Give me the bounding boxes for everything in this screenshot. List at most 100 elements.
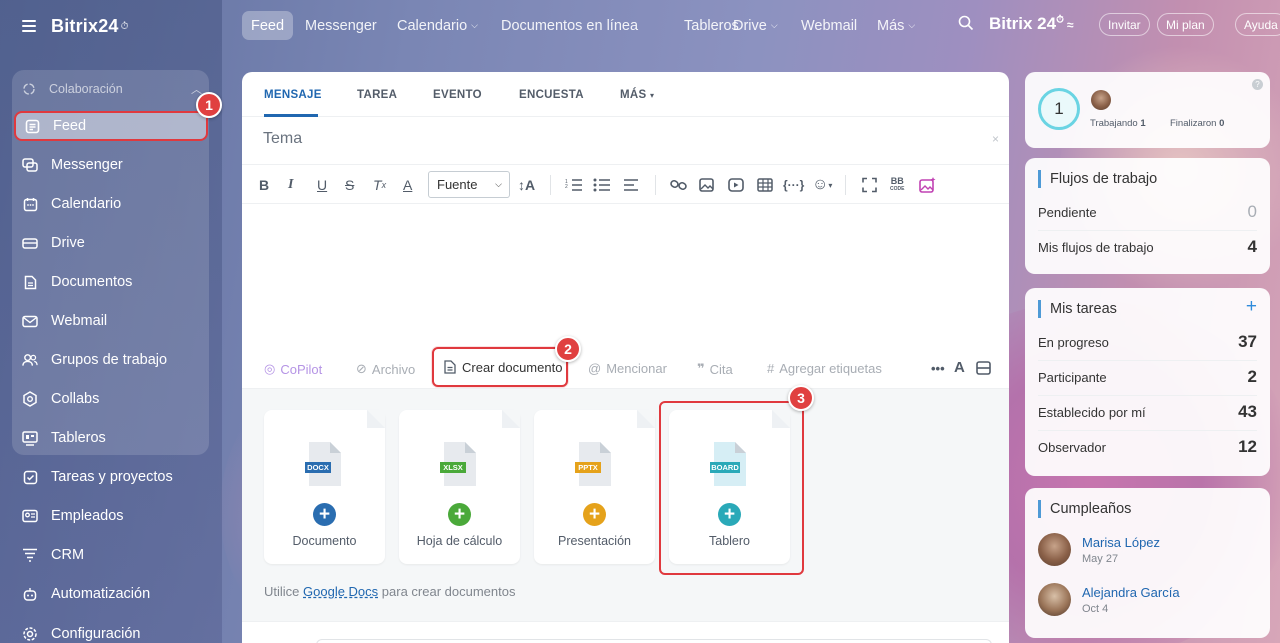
subject-input[interactable]: Tema	[263, 130, 302, 148]
work-counter[interactable]: 1	[1038, 88, 1080, 130]
quote-button[interactable]: ❞ Cita	[697, 361, 733, 377]
add-icon[interactable]: +	[583, 503, 606, 526]
italic-icon[interactable]: I	[288, 176, 293, 194]
tab-evento[interactable]: EVENTO	[433, 89, 482, 101]
workflow-row-pending[interactable]: Pendiente 0	[1038, 202, 1257, 222]
clear-format-icon[interactable]: Tx	[373, 176, 386, 194]
sidebar-item-documentos[interactable]: Documentos	[14, 267, 208, 297]
file-ext: PPTX	[578, 463, 598, 472]
tab-label: Calendario	[397, 17, 468, 34]
search-icon[interactable]	[958, 15, 974, 31]
status-widget: 1 Trabajando 1 Finalizaron 0 ?	[1025, 72, 1270, 148]
avatar[interactable]	[1038, 533, 1071, 566]
text-format-icon[interactable]: A	[954, 359, 965, 376]
more-icon[interactable]: •••	[931, 361, 945, 376]
brand-name[interactable]: Bitrix24	[51, 16, 119, 37]
sidebar-item-messenger[interactable]: Messenger	[14, 150, 208, 180]
add-icon[interactable]: +	[448, 503, 471, 526]
add-icon[interactable]: +	[313, 503, 336, 526]
add-task-icon[interactable]: +	[1246, 296, 1257, 318]
doc-card-docx[interactable]: DOCX + Documento	[264, 410, 385, 564]
working-stat: Trabajando 1	[1090, 118, 1146, 129]
comment-input[interactable]	[316, 639, 992, 643]
sidebar-item-feed[interactable]: Feed	[14, 111, 208, 141]
sidebar-item-crm[interactable]: CRM	[14, 540, 208, 570]
doc-card-pptx[interactable]: PPTX + Presentación	[534, 410, 655, 564]
tasks-title[interactable]: Mis tareas	[1038, 300, 1117, 318]
documents-icon	[22, 274, 38, 290]
task-row-observer[interactable]: Observador 12	[1038, 437, 1257, 457]
create-document-button[interactable]: Crear documento	[432, 347, 568, 387]
sidebar-item-webmail[interactable]: Webmail	[14, 306, 208, 336]
numbered-list-icon[interactable]: 12	[565, 176, 583, 194]
mention-button[interactable]: @ Mencionar	[588, 361, 667, 376]
link-icon[interactable]	[670, 176, 687, 194]
sidebar-item-tableros[interactable]: Tableros	[14, 423, 208, 453]
sidebar-item-drive[interactable]: Drive	[14, 228, 208, 258]
text-color-icon[interactable]: A	[403, 176, 412, 194]
sidebar-item-configuracion[interactable]: Configuración	[14, 619, 208, 643]
birthday-name[interactable]: Alejandra García	[1082, 585, 1180, 600]
collaboration-header[interactable]: Colaboración ︿	[22, 80, 202, 98]
tab-drive[interactable]: Drive ⌵	[724, 11, 787, 40]
tab-messenger[interactable]: Messenger	[296, 11, 386, 40]
my-plan-button[interactable]: Mi plan	[1157, 13, 1214, 36]
panel-icon[interactable]	[976, 361, 991, 375]
sidebar-item-grupos[interactable]: Grupos de trabajo	[14, 345, 208, 375]
strikethrough-icon[interactable]: S	[345, 176, 354, 194]
brand-logo[interactable]: Bitrix 24⏱ ≈	[989, 14, 1074, 34]
google-docs-link[interactable]: Google Docs	[303, 584, 378, 599]
ai-image-icon[interactable]	[919, 176, 936, 194]
row-label: Establecido por mí	[1038, 404, 1146, 420]
code-icon[interactable]: {···}	[783, 176, 804, 194]
font-size-icon[interactable]: ↕A	[518, 176, 535, 194]
sidebar-item-collabs[interactable]: Collabs	[14, 384, 208, 414]
tab-mensaje[interactable]: MENSAJE	[264, 89, 322, 101]
tab-webmail[interactable]: Webmail	[792, 11, 866, 40]
emoji-icon[interactable]: ☺ ▾	[812, 176, 832, 194]
copilot-button[interactable]: ◎ CoPilot	[264, 361, 322, 377]
bullet-list-icon[interactable]	[593, 176, 611, 194]
tab-mas[interactable]: MÁS ▾	[620, 89, 654, 101]
doc-card-xlsx[interactable]: XLSX + Hoja de cálculo	[399, 410, 520, 564]
invite-button[interactable]: Invitar	[1099, 13, 1150, 36]
tab-encuesta[interactable]: ENCUESTA	[519, 89, 584, 101]
task-row-participant[interactable]: Participante 2	[1038, 367, 1257, 387]
image-icon[interactable]	[699, 176, 714, 194]
birthday-name[interactable]: Marisa López	[1082, 535, 1160, 550]
tasks-widget: Mis tareas + En progreso 37 Participante 2…	[1025, 288, 1270, 476]
table-icon[interactable]	[757, 176, 773, 194]
sidebar-item-label: Collabs	[51, 391, 100, 407]
task-row-progress[interactable]: En progreso 37	[1038, 332, 1257, 352]
avatar[interactable]	[1038, 583, 1071, 616]
sidebar-item-tareas[interactable]: Tareas y proyectos	[14, 462, 208, 492]
task-row-created[interactable]: Establecido por mí 43	[1038, 402, 1257, 422]
sidebar-item-empleados[interactable]: Empleados	[14, 501, 208, 531]
avatar[interactable]	[1091, 90, 1111, 110]
close-icon[interactable]: ×	[992, 132, 999, 146]
sidebar-item-automatizacion[interactable]: Automatización	[14, 579, 208, 609]
help-icon[interactable]: ?	[1252, 79, 1263, 90]
underline-icon[interactable]: U	[317, 176, 327, 194]
active-tab-indicator	[264, 114, 318, 117]
birthdays-title[interactable]: Cumpleaños	[1038, 500, 1131, 518]
align-icon[interactable]	[623, 176, 639, 194]
workflows-title[interactable]: Flujos de trabajo	[1038, 170, 1157, 188]
menu-icon[interactable]	[22, 20, 36, 32]
tab-calendario[interactable]: Calendario ⌵	[388, 11, 487, 40]
video-icon[interactable]	[728, 176, 744, 194]
bold-icon[interactable]: B	[259, 176, 269, 194]
tab-feed[interactable]: Feed	[242, 11, 294, 40]
help-button[interactable]: Ayuda	[1235, 13, 1280, 36]
tab-mas[interactable]: Más ⌵	[868, 11, 924, 40]
file-button[interactable]: ⊘ Archivo	[356, 361, 415, 377]
sidebar-item-calendario[interactable]: Calendario	[14, 189, 208, 219]
tags-button[interactable]: # Agregar etiquetas	[767, 361, 882, 376]
font-select[interactable]: Fuente ⌵	[428, 171, 510, 198]
fullscreen-icon[interactable]	[862, 176, 877, 194]
bbcode-icon[interactable]: BB CODE	[890, 176, 904, 194]
tab-documentos[interactable]: Documentos en línea	[492, 11, 647, 40]
workflow-row-mine[interactable]: Mis flujos de trabajo 4	[1038, 237, 1257, 257]
chevron-down-icon: ⌵	[471, 20, 478, 30]
tab-tarea[interactable]: TAREA	[357, 89, 397, 101]
